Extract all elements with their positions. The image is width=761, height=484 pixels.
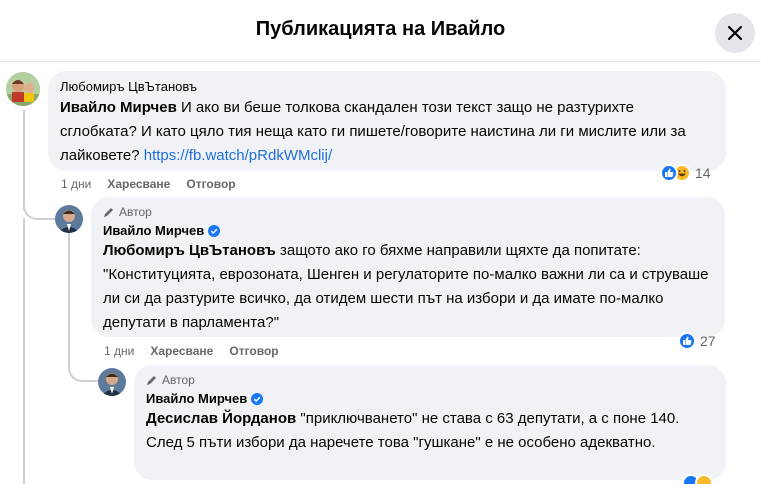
verified-badge-icon — [251, 392, 264, 405]
pencil-icon — [147, 376, 156, 385]
mention-link[interactable]: Десислав Йорданов — [146, 410, 296, 427]
avatar[interactable] — [98, 368, 126, 396]
like-reaction-icon — [660, 164, 678, 182]
comment-text: Десислав Йорданов "приключването" не ста… — [146, 407, 714, 455]
avatar[interactable] — [6, 72, 40, 106]
comment-time[interactable]: 1 дни — [104, 344, 134, 358]
dialog-title: Публикацията на Ивайло — [255, 18, 506, 40]
video-link[interactable]: https://fb.watch/pRdkWMclij/ — [144, 147, 332, 164]
comment-author[interactable]: Любомиръ ЦвЪтановъ — [60, 79, 714, 94]
like-reaction-icon — [678, 332, 696, 350]
comment-author[interactable]: Ивайло Мирчев — [103, 223, 713, 238]
reaction-count: 14 — [695, 165, 711, 181]
thread-line — [23, 218, 25, 484]
reaction-summary[interactable]: 27 — [678, 332, 716, 350]
author-badge: Автор — [146, 373, 714, 387]
close-button[interactable] — [715, 13, 755, 53]
author-badge-label: Автор — [119, 205, 152, 219]
comment-author[interactable]: Ивайло Мирчев — [146, 391, 714, 406]
mention-link[interactable]: Ивайло Мирчев — [60, 99, 177, 116]
comment-actions: 1 дни Харесване Отговор — [61, 177, 236, 191]
pencil-icon — [104, 208, 113, 217]
comment-text: Любомиръ ЦвЪтановъ защото ако го бяхме н… — [103, 239, 713, 335]
mention-link[interactable]: Любомиръ ЦвЪтановъ — [103, 242, 276, 259]
comment-bubble: Любомиръ ЦвЪтановъ Ивайло Мирчев И ако в… — [48, 71, 726, 171]
thread-connector — [23, 190, 55, 220]
author-badge: Автор — [103, 205, 713, 219]
thread-connector — [68, 358, 98, 382]
avatar[interactable] — [55, 205, 83, 233]
avatar-image — [55, 205, 83, 233]
reaction-summary[interactable]: 14 — [660, 164, 711, 182]
reaction-count: 27 — [700, 333, 716, 349]
reply-button[interactable]: Отговор — [229, 344, 278, 358]
close-icon — [727, 25, 743, 41]
haha-reaction-icon — [695, 474, 713, 484]
comment-time[interactable]: 1 дни — [61, 177, 91, 191]
comment-text: Ивайло Мирчев И ако ви беше толкова скан… — [60, 96, 714, 168]
reaction-summary[interactable] — [682, 474, 713, 484]
reply-button[interactable]: Отговор — [186, 177, 235, 191]
comment-bubble: Автор Ивайло Мирчев Десислав Йорданов "п… — [134, 365, 726, 480]
author-badge-label: Автор — [162, 373, 195, 387]
avatar-image — [98, 368, 126, 396]
like-button[interactable]: Харесване — [107, 177, 170, 191]
dialog-header: Публикацията на Ивайло — [0, 0, 761, 62]
thread-line — [68, 232, 70, 362]
comment-actions: 1 дни Харесване Отговор — [104, 344, 279, 358]
avatar-image — [6, 72, 40, 106]
verified-badge-icon — [208, 224, 221, 237]
comment-bubble: Автор Ивайло Мирчев Любомиръ ЦвЪтановъ з… — [91, 197, 725, 337]
like-button[interactable]: Харесване — [150, 344, 213, 358]
